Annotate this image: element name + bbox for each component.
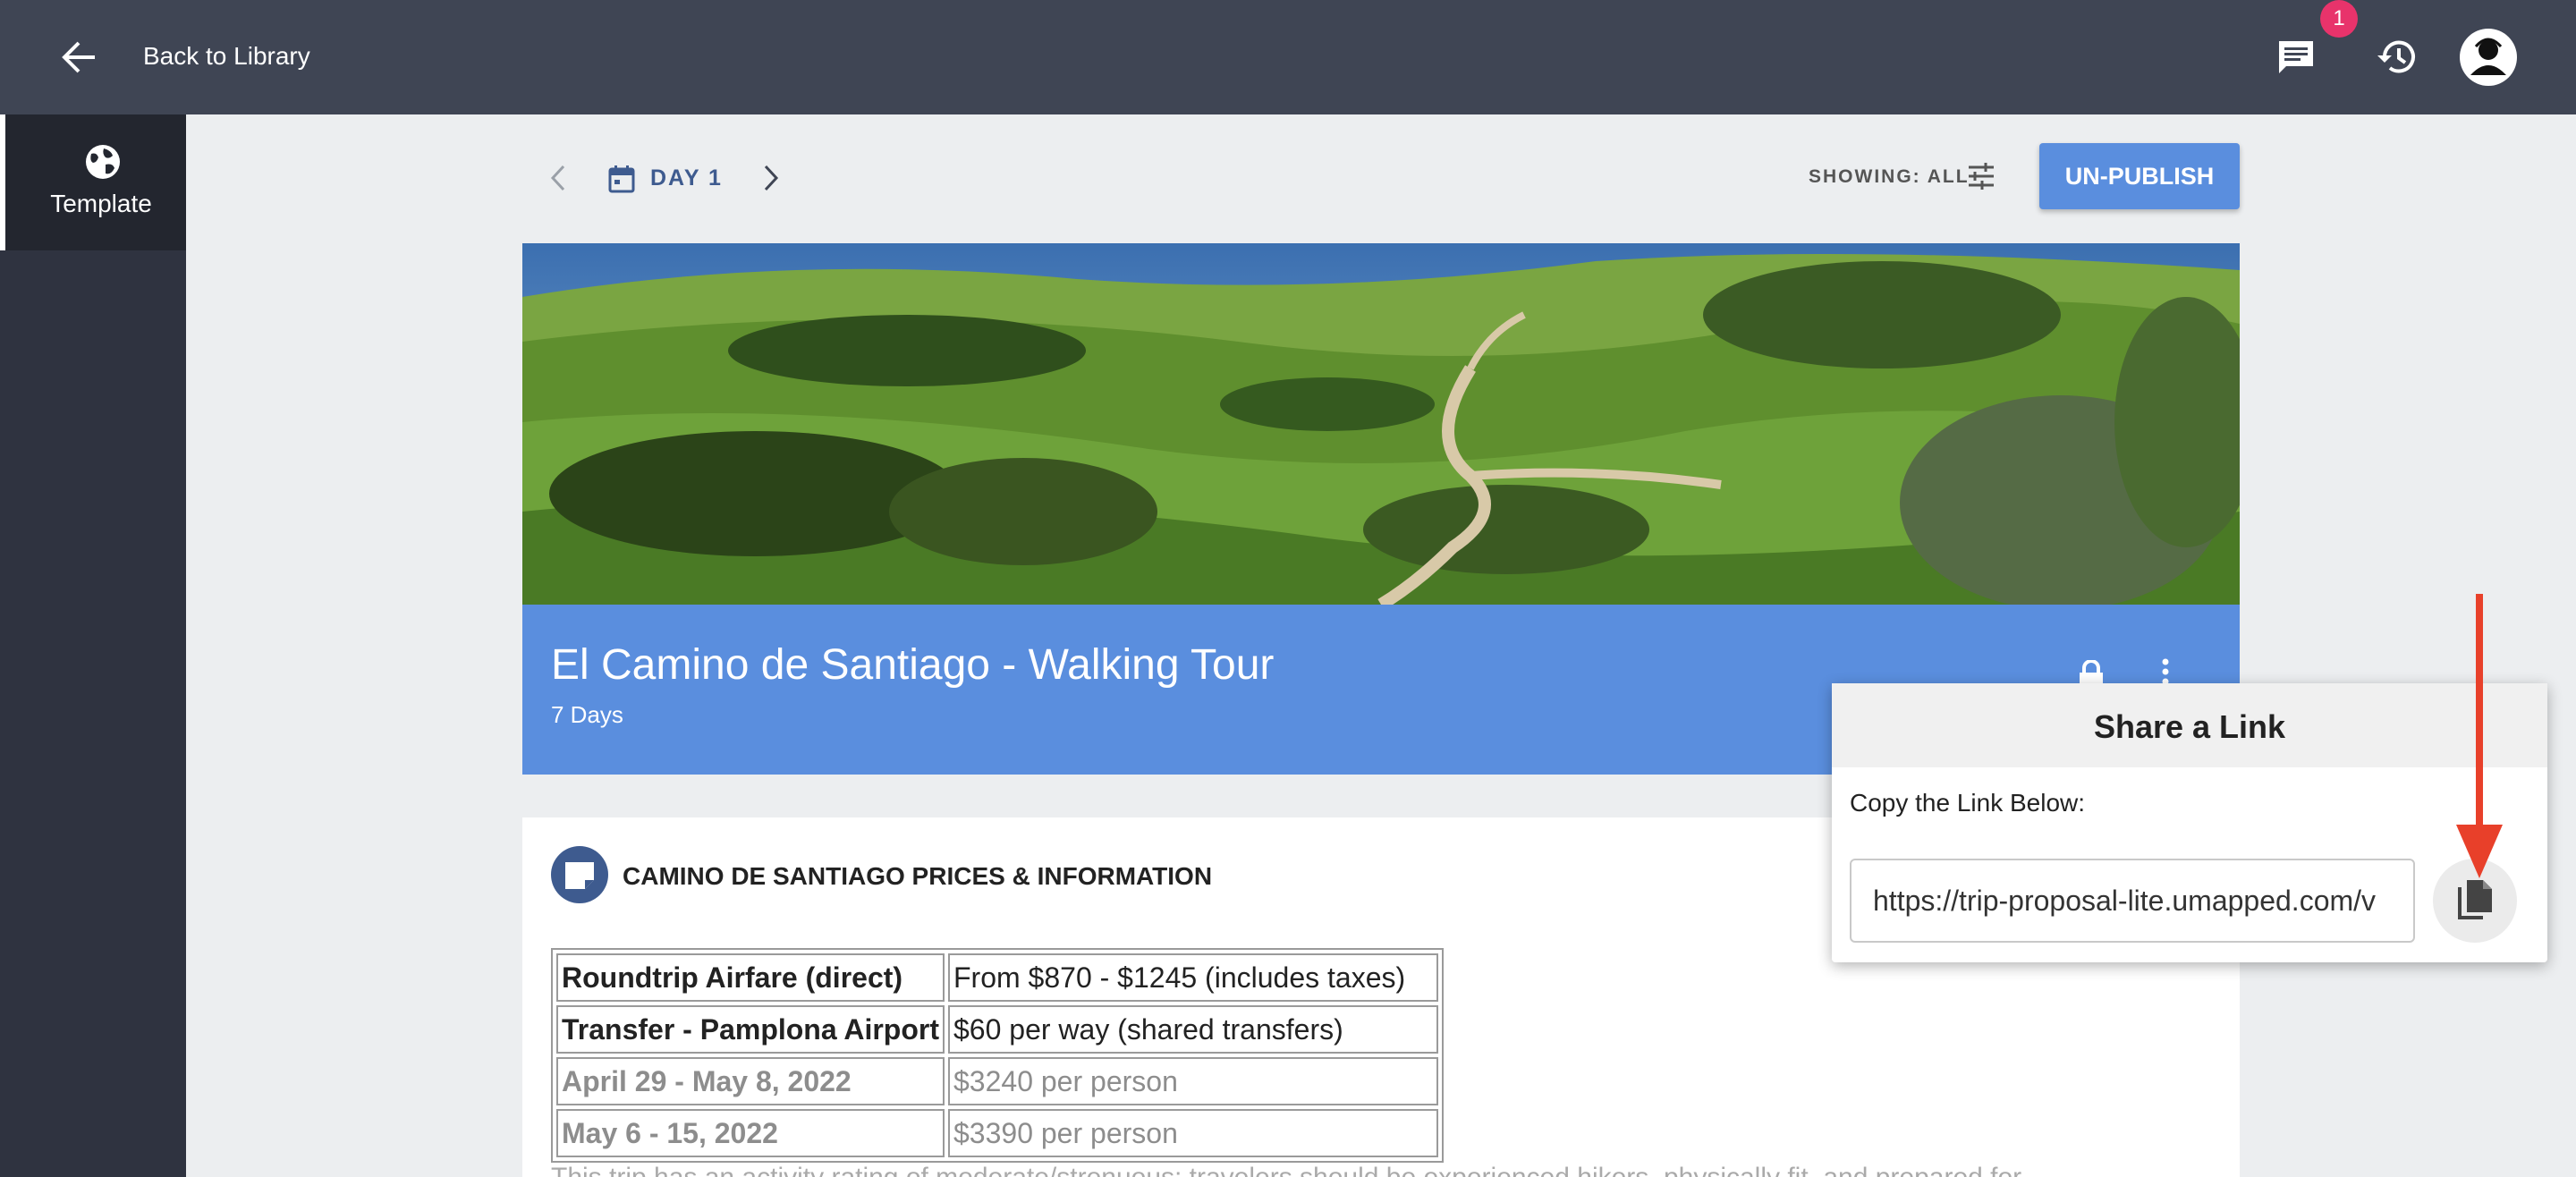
day-label[interactable]: DAY 1	[650, 165, 723, 191]
chat-icon[interactable]	[2275, 38, 2317, 79]
landscape-image	[522, 243, 2240, 605]
sidebar-item-label: Template	[50, 190, 152, 217]
sidebar: Template	[0, 114, 186, 1177]
note-icon	[551, 846, 608, 903]
sidebar-item-template[interactable]: Template	[0, 114, 186, 250]
table-cell: April 29 - May 8, 2022	[556, 1057, 945, 1105]
popup-subtitle: Copy the Link Below:	[1850, 789, 2086, 817]
table-cell: Roundtrip Airfare (direct)	[556, 953, 945, 1002]
history-icon[interactable]	[2376, 36, 2419, 79]
back-to-library-link[interactable]: Back to Library	[143, 42, 310, 71]
showing-filter-label[interactable]: SHOWING: ALL	[1809, 166, 1970, 188]
table-row: Roundtrip Airfare (direct) From $870 - $…	[556, 953, 1438, 1002]
calendar-icon	[608, 165, 635, 193]
table-cell: From $870 - $1245 (includes taxes)	[948, 953, 1438, 1002]
more-vert-icon[interactable]	[2159, 658, 2172, 685]
table-cell: $3390 per person	[948, 1109, 1438, 1157]
table-row: April 29 - May 8, 2022 $3240 per person	[556, 1057, 1438, 1105]
copy-icon	[2458, 880, 2492, 919]
top-bar: Back to Library 1	[0, 0, 2576, 114]
trip-title: El Camino de Santiago - Walking Tour	[551, 641, 1275, 689]
popup-header: Share a Link	[1832, 683, 2547, 767]
table-row: May 6 - 15, 2022 $3390 per person	[556, 1109, 1438, 1157]
share-link-input[interactable]	[1850, 859, 2415, 943]
avatar[interactable]	[2460, 29, 2517, 86]
table-cell: May 6 - 15, 2022	[556, 1109, 945, 1157]
card-title: CAMINO DE SANTIAGO PRICES & INFORMATION	[623, 862, 1213, 890]
user-avatar-icon	[2462, 30, 2515, 84]
share-link-popup: Share a Link Copy the Link Below:	[1832, 683, 2547, 962]
table-cell: $60 per way (shared transfers)	[948, 1005, 1438, 1054]
globe-icon	[86, 145, 120, 179]
tune-icon[interactable]	[1966, 161, 1996, 191]
trip-banner-image	[522, 243, 2240, 605]
unpublish-button[interactable]: UN-PUBLISH	[2039, 143, 2240, 209]
popup-title: Share a Link	[2093, 708, 2286, 745]
table-row: Transfer - Pamplona Airport $60 per way …	[556, 1005, 1438, 1054]
chevron-left-icon[interactable]	[546, 163, 571, 193]
table-cell: $3240 per person	[948, 1057, 1438, 1105]
annotation-arrow	[2456, 594, 2503, 878]
notification-badge: 1	[2320, 0, 2358, 38]
back-arrow-icon[interactable]	[59, 39, 98, 75]
prices-table: Roundtrip Airfare (direct) From $870 - $…	[551, 948, 1444, 1163]
trip-description: This trip has an activity rating of mode…	[551, 1163, 2021, 1177]
trip-duration: 7 Days	[551, 701, 623, 728]
chevron-right-icon[interactable]	[758, 163, 784, 193]
table-cell: Transfer - Pamplona Airport	[556, 1005, 945, 1054]
